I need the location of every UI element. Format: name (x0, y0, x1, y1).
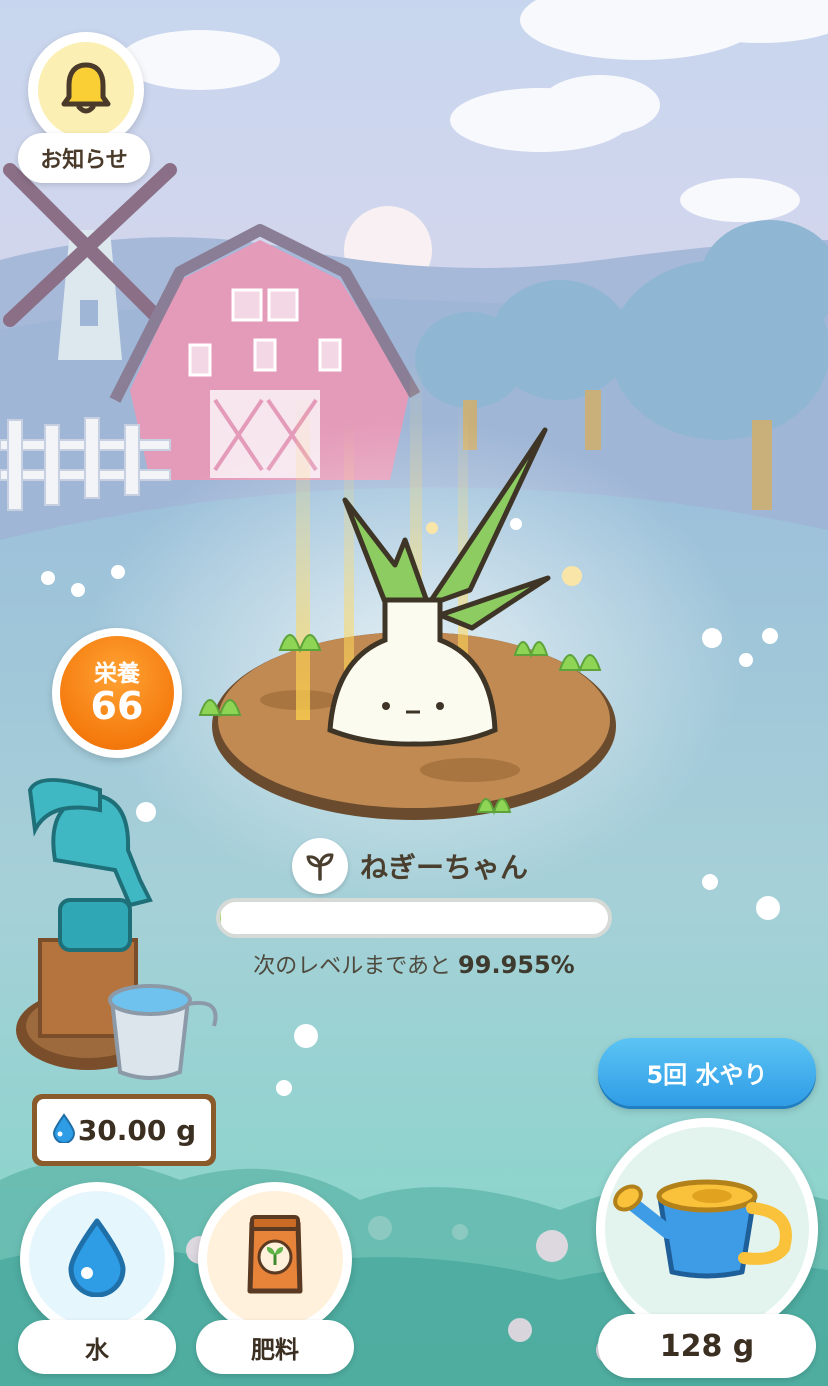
nutrition-badge: 栄養 66 (52, 628, 182, 758)
water-amount-value: 30.00 g (77, 1113, 197, 1147)
water-drop-icon (67, 1217, 127, 1301)
fertilizer-button[interactable] (198, 1182, 352, 1336)
water-drop-icon (52, 1113, 76, 1147)
sprout-icon (292, 838, 348, 894)
progress-prefix: 次のレベルまであと (253, 954, 452, 979)
notification-label[interactable]: お知らせ (18, 133, 150, 183)
plant-name-row: ねぎーちゃん (292, 836, 528, 896)
watering-can-button[interactable] (596, 1118, 818, 1340)
fertilizer-button-label[interactable]: 肥料 (196, 1320, 354, 1374)
water-button[interactable] (20, 1182, 174, 1336)
progress-value: 99.955% (458, 951, 575, 979)
bell-icon (55, 57, 117, 123)
level-progress-bar (216, 898, 612, 938)
nutrition-value: 66 (90, 683, 144, 728)
watering-can-icon (612, 1162, 802, 1296)
water-amount-display: 30.00 g (32, 1094, 216, 1166)
watering-can-amount: 128 g (598, 1314, 816, 1378)
plant-name: ねぎーちゃん (360, 851, 529, 884)
water-action-button[interactable]: 5回 水やり (598, 1038, 816, 1106)
nutrition-label: 栄養 (94, 660, 140, 687)
water-button-label[interactable]: 水 (18, 1320, 176, 1374)
fertilizer-bag-icon (244, 1215, 306, 1303)
level-progress-text: 次のレベルまであと 99.955% (200, 948, 628, 980)
notification-button[interactable] (28, 32, 144, 148)
